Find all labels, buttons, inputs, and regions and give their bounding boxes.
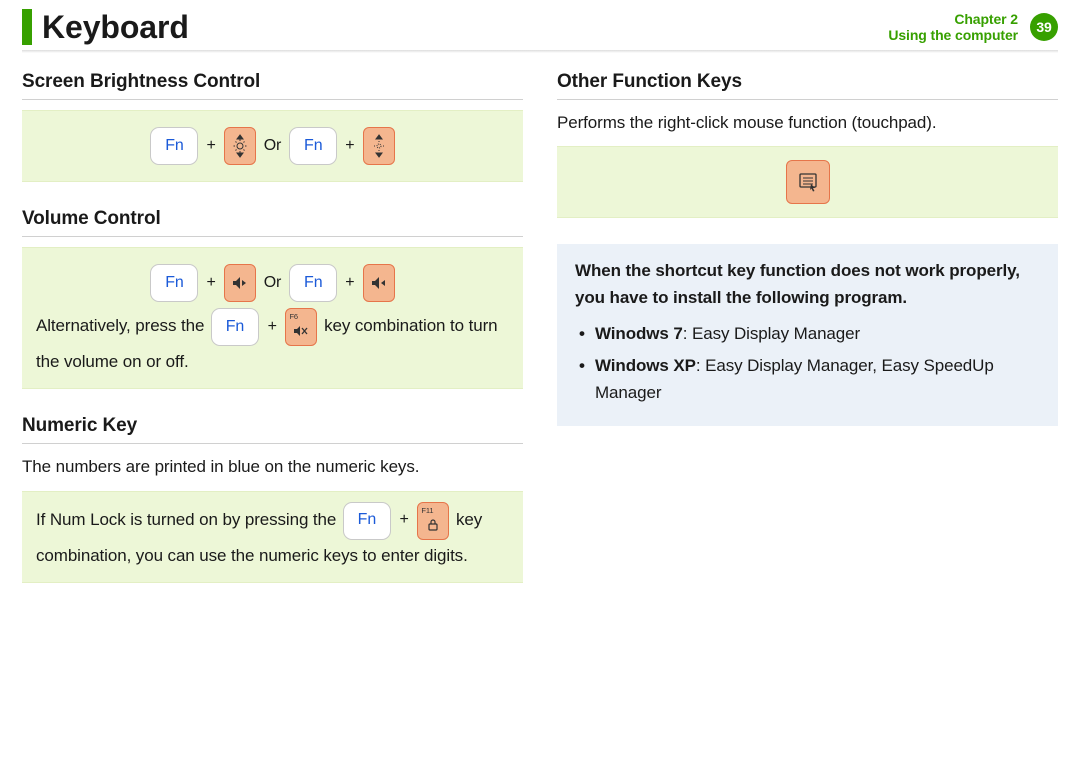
plus: + — [345, 131, 354, 161]
fn-key: Fn — [211, 308, 259, 346]
numeric-text: If Num Lock is turned on by pressing the… — [36, 510, 482, 565]
volume-box: Fn + Or Fn + Alternatively, press the Fn… — [22, 247, 523, 389]
divider — [557, 99, 1058, 100]
fn-key: Fn — [289, 264, 337, 302]
fn-key: Fn — [150, 127, 198, 165]
volume-down-key — [224, 264, 256, 302]
header-left: Keyboard — [22, 9, 189, 46]
page-header: Keyboard Chapter 2 Using the computer 39 — [0, 0, 1080, 50]
plus: + — [206, 131, 215, 161]
other-desc: Performs the right-click mouse function … — [557, 110, 1058, 136]
divider — [22, 443, 523, 444]
section-label: Using the computer — [888, 27, 1018, 43]
numeric-desc: The numbers are printed in blue on the n… — [22, 454, 523, 480]
header-right: Chapter 2 Using the computer 39 — [888, 11, 1058, 43]
mute-key: F6 — [285, 308, 317, 346]
list-item: Winodws 7: Easy Display Manager — [575, 321, 1040, 347]
brightness-down-key — [363, 127, 395, 165]
or-label: Or — [264, 131, 282, 161]
os-label: Winodws 7 — [595, 324, 683, 343]
page-title: Keyboard — [42, 9, 189, 46]
content-columns: Screen Brightness Control Fn + Or Fn + V… — [0, 71, 1080, 609]
accent-bar — [22, 9, 32, 45]
os-body: : Easy Display Manager — [683, 324, 860, 343]
left-column: Screen Brightness Control Fn + Or Fn + V… — [22, 71, 523, 609]
text: Alternatively, press the — [36, 316, 209, 335]
note-list: Winodws 7: Easy Display Manager Windows … — [575, 321, 1040, 406]
plus: + — [206, 268, 215, 298]
brightness-heading: Screen Brightness Control — [22, 71, 523, 93]
page-number-badge: 39 — [1030, 13, 1058, 41]
f6-label: F6 — [289, 310, 298, 324]
chapter-label: Chapter 2 — [888, 11, 1018, 27]
volume-heading: Volume Control — [22, 208, 523, 230]
brightness-box: Fn + Or Fn + — [22, 110, 523, 182]
other-heading: Other Function Keys — [557, 71, 1058, 93]
plus: + — [345, 268, 354, 298]
volume-keys: Fn + Or Fn + — [36, 258, 509, 308]
right-column: Other Function Keys Performs the right-c… — [557, 71, 1058, 609]
numeric-box: If Num Lock is turned on by pressing the… — [22, 491, 523, 583]
right-click-key — [786, 160, 830, 204]
brightness-keys: Fn + Or Fn + — [36, 121, 509, 171]
plus: + — [400, 511, 409, 528]
volume-up-key — [363, 264, 395, 302]
note-intro: When the shortcut key function does not … — [575, 261, 1020, 306]
note-box: When the shortcut key function does not … — [557, 244, 1058, 426]
or-label: Or — [264, 268, 282, 298]
list-item: Windows XP: Easy Display Manager, Easy S… — [575, 353, 1040, 406]
numeric-heading: Numeric Key — [22, 415, 523, 437]
other-key-row — [571, 157, 1044, 207]
f11-label: F11 — [421, 504, 433, 518]
numlock-key: F11 — [417, 502, 449, 540]
other-box — [557, 146, 1058, 218]
divider — [22, 236, 523, 237]
brightness-up-key — [224, 127, 256, 165]
plus: + — [268, 318, 277, 335]
header-rule — [22, 50, 1058, 53]
volume-alt-text: Alternatively, press the Fn + F6 key com… — [36, 316, 498, 371]
fn-key: Fn — [150, 264, 198, 302]
os-label: Windows XP — [595, 356, 696, 375]
chapter-info: Chapter 2 Using the computer — [888, 11, 1018, 43]
fn-key: Fn — [343, 502, 391, 540]
text: If Num Lock is turned on by pressing the — [36, 510, 341, 529]
fn-key: Fn — [289, 127, 337, 165]
divider — [22, 99, 523, 100]
